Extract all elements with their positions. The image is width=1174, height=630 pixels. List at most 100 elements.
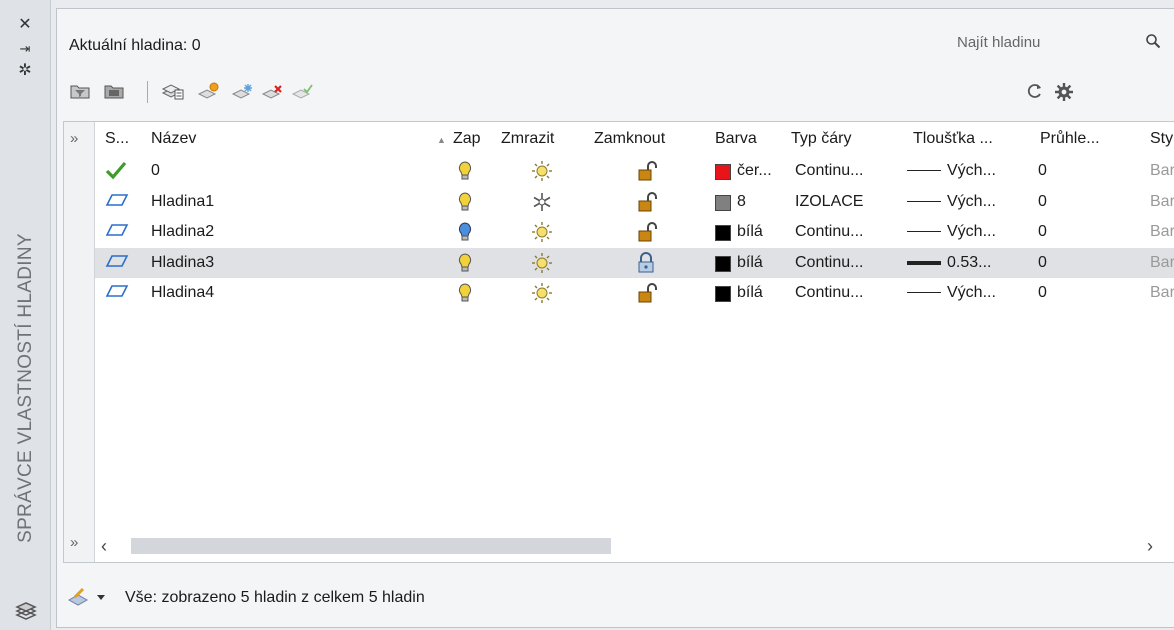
column-header-lock[interactable]: Zamknout: [594, 130, 665, 148]
bulb-on-icon[interactable]: [457, 160, 473, 187]
layer-color[interactable]: bílá: [737, 223, 763, 241]
padlock-unlocked-icon[interactable]: [635, 160, 659, 187]
layer-plot-style: Barv: [1150, 253, 1174, 271]
column-header-linetype[interactable]: Typ čáry: [791, 130, 851, 148]
table-header: S... Název ▲ Zap Zmrazit Zamknout Barva …: [95, 122, 1174, 154]
thawed-sun-icon[interactable]: [531, 252, 553, 279]
layer-name[interactable]: Hladina1: [151, 193, 214, 211]
scroll-right-button[interactable]: ›: [1147, 536, 1153, 557]
layer-name[interactable]: Hladina2: [151, 223, 214, 241]
column-header-freeze[interactable]: Zmrazit: [501, 130, 554, 148]
column-header-name[interactable]: Název: [151, 130, 196, 148]
column-header-color[interactable]: Barva: [715, 130, 757, 148]
layers-stack-icon: [14, 600, 38, 622]
layer-transparency[interactable]: 0: [1038, 193, 1047, 211]
color-swatch[interactable]: [715, 225, 731, 241]
scroll-left-button[interactable]: ‹: [101, 536, 107, 557]
set-current-icon[interactable]: [291, 81, 317, 103]
layer-linetype[interactable]: Continu...: [795, 223, 863, 241]
layer-plot-style: Barv: [1150, 192, 1174, 210]
bulb-on-icon[interactable]: [457, 282, 473, 309]
close-icon[interactable]: ✕: [12, 14, 38, 36]
thawed-sun-icon[interactable]: [531, 160, 553, 187]
layer-lineweight[interactable]: Vých...: [947, 284, 996, 302]
layer-row[interactable]: Hladina3 bílá Continu... 0.53... 0 Barv: [95, 247, 1174, 279]
new-property-filter-icon[interactable]: [69, 81, 95, 103]
filter-dropdown[interactable]: [65, 585, 115, 609]
lineweight-sample: [907, 200, 941, 202]
layer-status-icon: [105, 221, 129, 244]
search-box[interactable]: [937, 27, 1174, 57]
layer-row[interactable]: Hladina4 bílá Continu... Vých... 0 Barv: [95, 278, 1174, 308]
layer-name[interactable]: Hladina4: [151, 284, 214, 302]
layer-linetype[interactable]: Continu...: [795, 162, 863, 180]
lineweight-sample: [907, 260, 941, 265]
padlock-unlocked-icon[interactable]: [635, 221, 659, 248]
layer-transparency[interactable]: 0: [1038, 223, 1047, 241]
column-header-lineweight[interactable]: Tloušťka ...: [913, 130, 993, 148]
current-layer-label: Aktuální hladina: 0: [69, 37, 201, 54]
layer-row[interactable]: Hladina2 bílá Continu... Vých... 0 Barv: [95, 217, 1174, 247]
layer-linetype[interactable]: Continu...: [795, 284, 863, 302]
refresh-icon[interactable]: [1025, 81, 1045, 106]
settings-icon[interactable]: [1053, 81, 1075, 108]
new-group-filter-icon[interactable]: [103, 81, 129, 103]
layer-lineweight[interactable]: Vých...: [947, 162, 996, 180]
layer-filter-icon[interactable]: [65, 585, 115, 609]
layer-name[interactable]: 0: [151, 162, 160, 180]
expand-filter-tree-button[interactable]: »: [70, 130, 78, 147]
layer-color[interactable]: čer...: [737, 162, 772, 180]
bulb-on-icon[interactable]: [457, 252, 473, 279]
sort-ascending-icon: ▲: [437, 135, 446, 145]
layer-lineweight[interactable]: Vých...: [947, 223, 996, 241]
layer-transparency[interactable]: 0: [1038, 162, 1047, 180]
lineweight-sample: [907, 292, 941, 293]
status-text: Vše: zobrazeno 5 hladin z celkem 5 hladi…: [125, 589, 425, 606]
layer-plot-style: Barv: [1150, 284, 1174, 301]
bulb-on-blue-icon[interactable]: [457, 221, 473, 248]
layer-linetype[interactable]: IZOLACE: [795, 193, 863, 211]
expand-filter-tree-button-bottom[interactable]: »: [70, 534, 78, 551]
color-swatch[interactable]: [715, 255, 731, 272]
frozen-snowflake-icon[interactable]: [531, 191, 553, 218]
padlock-unlocked-icon[interactable]: [635, 282, 659, 309]
scroll-thumb[interactable]: [131, 538, 611, 554]
autohide-icon[interactable]: ⇥: [12, 38, 38, 60]
color-swatch[interactable]: [715, 286, 731, 302]
layer-plot-style: Barv: [1150, 162, 1174, 179]
column-header-plot-style[interactable]: Styl: [1150, 130, 1174, 148]
search-input[interactable]: [937, 27, 1159, 57]
layer-transparency[interactable]: 0: [1038, 254, 1047, 272]
new-layer-icon[interactable]: [197, 81, 223, 103]
new-layer-vp-frozen-icon[interactable]: [231, 81, 257, 103]
padlock-unlocked-icon[interactable]: [635, 191, 659, 218]
properties-icon[interactable]: ✲: [12, 60, 38, 82]
color-swatch[interactable]: [715, 164, 731, 180]
column-header-status[interactable]: S...: [105, 130, 129, 148]
layer-linetype[interactable]: Continu...: [795, 254, 863, 272]
palette-title: SPRÁVCE VLASTNOSTÍ HLADINY: [15, 233, 36, 543]
layer-color[interactable]: bílá: [737, 284, 763, 302]
layer-status-icon: [105, 191, 129, 214]
layer-lineweight[interactable]: 0.53...: [947, 254, 991, 272]
bulb-on-icon[interactable]: [457, 191, 473, 218]
thawed-sun-icon[interactable]: [531, 282, 553, 309]
horizontal-scrollbar[interactable]: ‹ ›: [95, 534, 1174, 560]
main-panel: Aktuální hladina: 0 Najít hladinu » » S.…: [56, 8, 1174, 628]
thawed-sun-icon[interactable]: [531, 221, 553, 248]
layer-transparency[interactable]: 0: [1038, 284, 1047, 302]
layer-row[interactable]: 0 čer... Continu... Vých... 0 Barv: [95, 156, 1174, 186]
layer-color[interactable]: 8: [737, 193, 746, 211]
layer-name[interactable]: Hladina3: [151, 254, 214, 272]
padlock-locked-icon[interactable]: [635, 251, 657, 279]
search-icon[interactable]: [1145, 33, 1161, 54]
column-header-on[interactable]: Zap: [453, 130, 481, 148]
delete-layer-icon[interactable]: [261, 81, 287, 103]
layer-color[interactable]: bílá: [737, 254, 763, 272]
color-swatch[interactable]: [715, 194, 731, 211]
layer-row[interactable]: Hladina1 8 IZOLACE Vých... 0 Barv: [95, 187, 1174, 217]
layer-lineweight[interactable]: Vých...: [947, 193, 996, 211]
layer-status-icon: [105, 282, 129, 305]
layer-states-manager-icon[interactable]: [161, 81, 187, 103]
column-header-transparency[interactable]: Průhle...: [1040, 130, 1100, 148]
